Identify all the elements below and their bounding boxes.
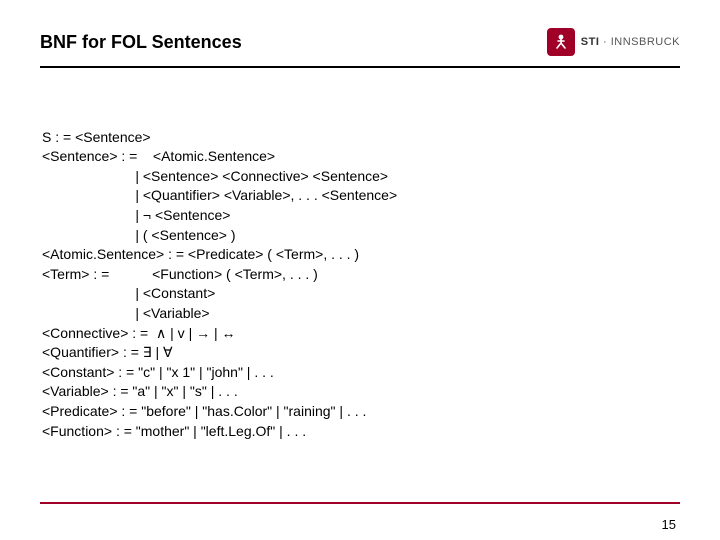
- bnf-line: <Constant> : = "c" | "x 1" | "john" | . …: [42, 364, 274, 380]
- logo-brand: STI: [581, 36, 600, 48]
- bnf-line: | <Variable>: [42, 305, 210, 321]
- footer-divider: [40, 502, 680, 504]
- bnf-line: <Sentence> : = <Atomic.Sentence>: [42, 148, 275, 164]
- bnf-line: <Function> : = "mother" | "left.Leg.Of" …: [42, 423, 306, 439]
- slide-header: BNF for FOL Sentences STI · INNSBRUCK: [0, 0, 720, 64]
- page-number: 15: [662, 517, 676, 532]
- bnf-line: | <Constant>: [42, 285, 215, 301]
- bnf-line: | ¬ <Sentence>: [42, 207, 230, 223]
- logo-text: STI · INNSBRUCK: [581, 36, 680, 48]
- slide-title: BNF for FOL Sentences: [40, 32, 242, 53]
- bnf-line: | <Sentence> <Connective> <Sentence>: [42, 168, 388, 184]
- bnf-line: <Atomic.Sentence> : = <Predicate> ( <Ter…: [42, 246, 359, 262]
- bnf-line: <Variable> : = "a" | "x" | "s" | . . .: [42, 383, 238, 399]
- bnf-line: <Term> : = <Function> ( <Term>, . . . ): [42, 266, 318, 282]
- bnf-line: | ( <Sentence> ): [42, 227, 236, 243]
- bnf-content: S : = <Sentence> <Sentence> : = <Atomic.…: [0, 68, 720, 441]
- logo-place: INNSBRUCK: [611, 36, 680, 48]
- bnf-line: <Connective> : = ∧ | v | → | ↔: [42, 325, 236, 341]
- logo-sep: ·: [599, 36, 610, 48]
- bnf-line: | <Quantifier> <Variable>, . . . <Senten…: [42, 187, 397, 203]
- bnf-line: <Predicate> : = "before" | "has.Color" |…: [42, 403, 366, 419]
- logo-mark-icon: [547, 28, 575, 56]
- bnf-line: <Quantifier> : = ∃ | ∀: [42, 344, 173, 360]
- sti-logo: STI · INNSBRUCK: [547, 28, 680, 56]
- bnf-line: S : = <Sentence>: [42, 129, 151, 145]
